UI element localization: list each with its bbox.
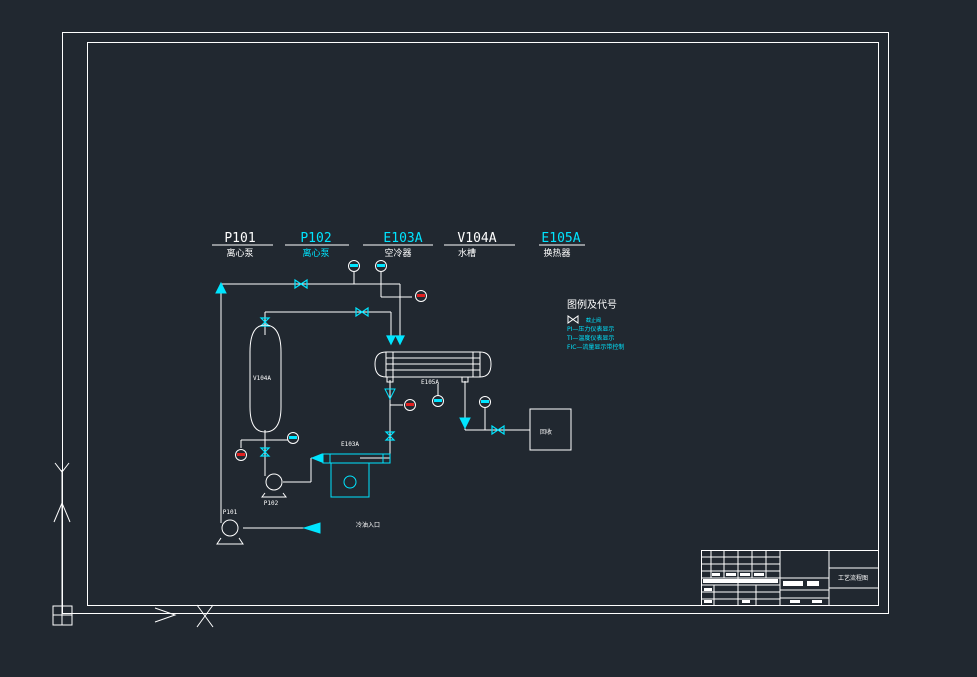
air-cooler-e103a: E103A bbox=[322, 441, 391, 498]
arrow-down-icon bbox=[459, 417, 471, 430]
equipment-tag: V104A bbox=[457, 231, 496, 246]
equipment-tag: P102 bbox=[300, 231, 331, 246]
equipment-tag: E105A bbox=[541, 231, 580, 246]
drawing-title: 工艺流程图 bbox=[838, 574, 868, 582]
equipment-name: 水槽 bbox=[458, 247, 476, 259]
temperature-gauge-icon bbox=[479, 396, 491, 408]
tank-label: V104A bbox=[253, 375, 271, 382]
legend-valve-label: 截止阀 bbox=[586, 317, 601, 324]
equipment-name: 空冷器 bbox=[384, 247, 411, 259]
equipment-name: 离心泵 bbox=[226, 247, 253, 259]
tank-v104a: V104A bbox=[249, 324, 282, 433]
drawing-canvas: P101 离心泵 P102 离心泵 E103A 空冷器 V104A 水槽 E10… bbox=[52, 32, 889, 628]
title-block: 工艺流程图 bbox=[701, 550, 879, 606]
legend-item: PI—压力仪表显示 bbox=[567, 325, 614, 333]
equipment-name: 离心泵 bbox=[302, 247, 329, 259]
temperature-gauge-icon bbox=[432, 395, 444, 407]
equipment-e103a: E103A 空冷器 bbox=[363, 231, 433, 259]
equipment-tag: E103A bbox=[383, 231, 422, 246]
recovery-label: 回收 bbox=[540, 428, 552, 436]
pressure-gauge-icon bbox=[348, 260, 360, 272]
valve-actuator-icon bbox=[386, 335, 396, 346]
heat-exchanger-e105a: E105A bbox=[374, 351, 492, 386]
exchanger-label: E105A bbox=[421, 379, 439, 386]
pressure-gauge-icon bbox=[404, 399, 416, 411]
pump-p102: P102 bbox=[261, 473, 287, 507]
legend-item: TI—温度仪表显示 bbox=[566, 334, 614, 342]
arrow-left-icon bbox=[310, 453, 323, 463]
cooler-label: E103A bbox=[341, 441, 359, 448]
ucs-icon bbox=[52, 462, 214, 628]
legend-item: FIC—流量显示带控制 bbox=[567, 343, 624, 351]
flow-arrows bbox=[215, 281, 471, 534]
legend-title: 图例及代号 bbox=[567, 298, 617, 311]
inner-frame bbox=[87, 42, 879, 606]
equipment-name: 换热器 bbox=[543, 247, 570, 259]
pump-label: P102 bbox=[264, 500, 279, 507]
pump-label: P101 bbox=[223, 509, 238, 516]
outer-frame bbox=[62, 32, 889, 614]
equipment-p102: P102 离心泵 bbox=[285, 231, 349, 259]
equipment-v104a: V104A 水槽 bbox=[444, 231, 515, 259]
legend: 图例及代号 截止阀 PI—压力仪表显示 TI—温度仪表显示 FIC—流量显示带控… bbox=[566, 298, 624, 351]
equipment-e105a: E105A 换热器 bbox=[539, 231, 585, 259]
pressure-gauge-icon bbox=[375, 260, 387, 272]
globe-valve-icon bbox=[567, 315, 579, 324]
recovery-box: 回收 bbox=[529, 408, 572, 451]
arrow-right-icon bbox=[302, 522, 321, 534]
valve-actuator-icon bbox=[395, 335, 405, 346]
instruments bbox=[235, 260, 491, 461]
pressure-gauge-icon bbox=[287, 432, 299, 444]
equipment-p101: P101 离心泵 bbox=[212, 231, 273, 259]
inlet-label: 冷油入口 bbox=[356, 521, 380, 529]
equipment-header: P101 离心泵 P102 离心泵 E103A 空冷器 V104A 水槽 E10… bbox=[212, 231, 585, 259]
temperature-gauge-icon bbox=[235, 449, 247, 461]
alarm-indicator-icon bbox=[415, 290, 427, 302]
equipment-tag: P101 bbox=[224, 231, 255, 246]
